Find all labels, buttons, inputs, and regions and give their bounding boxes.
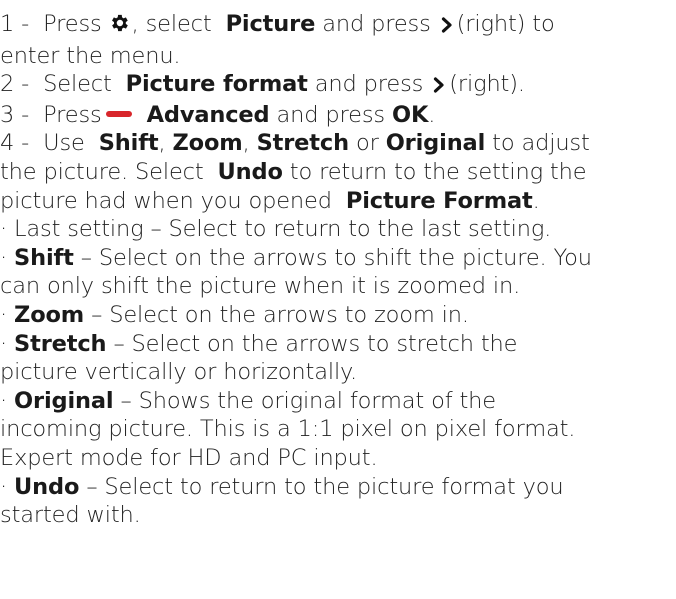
instructions-document: 1 - Press, select Picture and press (right) … [0, 0, 676, 530]
bullet-stretch-line-1: · Stretch – Select on the arrows to stre… [0, 330, 676, 359]
bullet-original-line-1: · Original – Shows the original format o… [0, 387, 676, 416]
keyword-shift: Shift [98, 130, 159, 157]
step-text: Press [43, 101, 102, 128]
step-text: and press [314, 71, 424, 98]
bullet-undo-line-1: · Undo – Select to return to the picture… [0, 473, 676, 502]
step-1-line-2: enter the menu. [0, 42, 181, 69]
bullet-last-setting: · Last setting – Select to return to the… [0, 216, 552, 243]
bullet-shift-line-1: · Shift – Select on the arrows to shift … [0, 244, 676, 273]
keyword-stretch: Stretch [256, 130, 350, 157]
bullet-stretch-line-2: picture vertically or horizontally. [0, 359, 358, 386]
step-text: Select [43, 71, 112, 98]
step-text: to return to the setting the [289, 158, 587, 185]
keyword-advanced: Advanced [146, 101, 270, 128]
keyword-picture: Picture [225, 11, 316, 37]
bullet-dot: · [0, 473, 8, 500]
step-number: 1 - [0, 11, 30, 37]
bullet-shift-line-2: can only shift the picture when it is zo… [0, 273, 521, 300]
step-number: 3 - [0, 101, 30, 128]
bullet-text: – Select on the arrows to shift the pict… [80, 244, 592, 271]
step-4-line-3: picture had when you opened Picture Forma… [0, 187, 676, 216]
bullet-text: – Select to return to the picture format… [86, 473, 564, 500]
bullet-zoom-line: · Zoom – Select on the arrows to zoom in… [0, 301, 676, 330]
keyword-zoom: Zoom [172, 130, 243, 157]
bullet-original-line-3: Expert mode for HD and PC input. [0, 444, 378, 471]
step-text: , select [131, 11, 212, 37]
gear-icon [108, 12, 130, 42]
bullet-undo-line-2: started with. [0, 502, 141, 529]
keyword-shift: Shift [14, 244, 74, 271]
step-number: 2 - [0, 71, 30, 98]
step-1-line-1: 1 - Press , select Picture and press (right) … [0, 10, 676, 42]
step-number: 4 - [0, 130, 30, 157]
keyword-original: Original [385, 130, 486, 157]
chevron-right-icon [441, 12, 453, 41]
keyword-ok: OK [391, 101, 429, 128]
keyword-original: Original [14, 387, 114, 414]
bullet-dot: · [0, 301, 8, 328]
step-4-line-2: the picture. Select Undo to return to the … [0, 158, 676, 187]
step-4-line-1: 4 - Use Shift, Zoom, Stretch or Original to adj… [0, 129, 676, 158]
step-text: , [242, 130, 250, 157]
keyword-stretch: Stretch [14, 330, 107, 357]
keyword-undo: Undo [14, 473, 80, 500]
step-text: . [428, 101, 436, 128]
step-text: , [158, 130, 166, 157]
bullet-text: – Select on the arrows to stretch the [113, 330, 518, 357]
step-text: . [532, 187, 540, 214]
step-text: to adjust [492, 130, 590, 157]
bullet-dot: · [0, 244, 8, 271]
step-3-line: 3 - Press Advanced and press OK. [0, 101, 676, 130]
step-2-line: 2 - Select Picture format and press (right). [0, 70, 676, 101]
step-text: Press [43, 11, 102, 37]
bullet-dot: · [0, 330, 8, 357]
step-text: (right) to [456, 11, 555, 37]
chevron-right-icon [433, 72, 445, 101]
red-key-icon [105, 110, 132, 117]
step-text: (right). [449, 71, 525, 98]
keyword-zoom: Zoom [14, 301, 85, 328]
bullet-dot: · [0, 387, 8, 414]
step-text: and press [276, 101, 386, 128]
step-text: picture had when you opened [0, 187, 332, 214]
keyword-picture-format: Picture format [125, 71, 308, 98]
step-text: Use [43, 130, 85, 157]
step-text: or [355, 130, 379, 157]
step-text: the picture. Select [0, 158, 204, 185]
bullet-text: – Select on the arrows to zoom in. [91, 301, 469, 328]
keyword-undo: Undo [217, 158, 283, 185]
step-text: and press [322, 11, 431, 37]
keyword-picture-format: Picture Format [345, 187, 533, 214]
bullet-text: – Shows the original format of the [120, 387, 497, 414]
bullet-original-line-2: incoming picture. This is a 1:1 pixel on… [0, 416, 576, 443]
